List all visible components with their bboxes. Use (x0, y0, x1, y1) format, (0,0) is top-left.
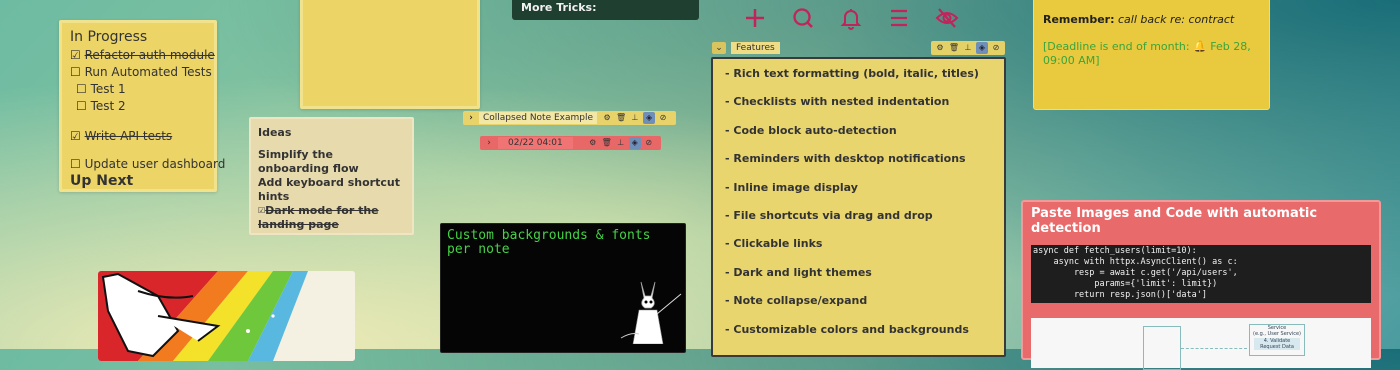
eye-off-icon[interactable]: ⊘ (990, 42, 1002, 54)
gear-icon[interactable]: ⚙ (601, 112, 613, 124)
feature-item: - Clickable links (725, 237, 823, 251)
trash-icon[interactable]: 🗑 (615, 112, 627, 124)
note-empty[interactable] (300, 0, 480, 109)
note-reminder[interactable]: Remember: call back re: contract [Deadli… (1033, 0, 1270, 110)
eye-off-icon (935, 8, 959, 28)
pin-icon[interactable]: ⊥ (615, 137, 627, 149)
note-line: Dark mode for the landing page (258, 204, 379, 231)
checklist-item[interactable]: ☐ Test 1 (70, 81, 206, 98)
note-custom-background[interactable]: Custom backgrounds & fonts per note (440, 223, 686, 353)
eye-off-icon[interactable]: ⊘ (657, 112, 669, 124)
layers-icon[interactable]: ◈ (628, 137, 641, 149)
trash-icon[interactable]: 🗑 (601, 137, 613, 149)
trash-icon[interactable]: 🗑 (948, 42, 960, 54)
checkbox[interactable]: ☐ (76, 82, 87, 96)
note-text: Custom backgrounds & fonts per note (447, 228, 651, 257)
reminder-lead: Remember: (1043, 13, 1115, 26)
note-toolbar: ⚙ 🗑 ⊥ ◈ ⊘ (931, 40, 1005, 55)
checkbox[interactable]: ☑ (70, 129, 81, 143)
collapsed-note-label: 02/22 04:01 (498, 137, 573, 149)
features-note-header[interactable]: ⌄ Features ⚙ 🗑 ⊥ ◈ ⊘ (712, 40, 1005, 55)
knight-illustration-icon (620, 281, 682, 344)
top-toolbar (740, 5, 962, 31)
add-note-button[interactable] (740, 5, 770, 31)
note-title: More Tricks: (521, 1, 597, 14)
note-line: Add keyboard shortcut hints (258, 176, 400, 203)
collapsed-note[interactable]: › Collapsed Note Example ⚙ 🗑 ⊥ ◈ ⊘ (463, 111, 676, 125)
search-button[interactable] (788, 5, 818, 31)
checkbox[interactable]: ☐ (70, 157, 81, 171)
layers-icon[interactable]: ◈ (976, 41, 988, 54)
search-icon (793, 8, 813, 28)
layers-icon[interactable]: ◈ (643, 112, 656, 124)
gear-icon[interactable]: ⚙ (934, 42, 946, 54)
feature-item: - Reminders with desktop notifications (725, 152, 966, 166)
feature-item: - Code block auto-detection (725, 123, 897, 137)
checklist-item[interactable]: ☐ Test 2 (70, 98, 206, 115)
pasted-diagram-image: Service (e.g., User Service) 4. Validate… (1031, 318, 1371, 370)
pin-icon[interactable]: ⊥ (629, 112, 641, 124)
checklist-item[interactable]: ☐ Update user dashboard (70, 156, 225, 173)
note-title: In Progress (70, 29, 148, 45)
expand-chevron-icon[interactable]: › (480, 138, 498, 148)
note-features[interactable]: - Rich text formatting (bold, italic, ti… (711, 57, 1006, 357)
rainbow-illustration-icon (98, 271, 355, 361)
note-title: Paste Images and Code with automatic det… (1031, 206, 1318, 236)
note-title: Ideas (258, 126, 292, 139)
bell-icon (840, 9, 862, 30)
checkbox[interactable]: ☐ (70, 65, 81, 79)
code-block[interactable]: async def fetch_users(limit=10): async w… (1031, 245, 1371, 303)
collapse-chevron-icon[interactable]: ⌄ (712, 41, 726, 54)
note-line: Simplify the onboarding flow (258, 148, 359, 175)
feature-item: - File shortcuts via drag and drop (725, 208, 933, 222)
feature-item: - Note collapse/expand (725, 294, 868, 308)
diagram-label: (e.g., User Service) (1253, 331, 1301, 337)
feature-item: - Checklists with nested indentation (725, 95, 950, 109)
collapsed-note-label: Collapsed Note Example (479, 112, 598, 124)
gear-icon[interactable]: ⚙ (587, 137, 599, 149)
note-subtitle: Up Next (70, 173, 134, 189)
feature-item: - Dark and light themes (725, 265, 872, 279)
note-toolbar: ⚙ 🗑 ⊥ ◈ ⊘ (601, 112, 669, 124)
diagram-label: 4. Validate Request Data (1254, 338, 1300, 350)
note-title: Features (731, 41, 780, 54)
hide-all-button[interactable] (932, 5, 962, 31)
checklist-item[interactable]: ☑ Refactor auth module (70, 47, 215, 64)
checklist-item[interactable]: ☑ Write API tests (70, 128, 206, 145)
expand-chevron-icon[interactable]: › (463, 113, 479, 123)
plus-icon (746, 9, 764, 27)
note-ideas[interactable]: Ideas Simplify the onboarding flow Add k… (249, 117, 414, 235)
notifications-button[interactable] (836, 5, 866, 31)
reminder-text: call back re: contract (1117, 13, 1235, 26)
checklist-item[interactable]: ☐ Run Automated Tests (70, 64, 212, 81)
reminder-deadline: [Deadline is end of month: 🔔 Feb 28, 09:… (1043, 40, 1251, 67)
note-in-progress[interactable]: In Progress ☑ Refactor auth module ☐ Run… (59, 20, 225, 192)
feature-item: - Rich text formatting (bold, italic, ti… (725, 67, 979, 80)
note-toolbar: ⚙ 🗑 ⊥ ◈ ⊘ (587, 137, 655, 149)
note-more-tricks[interactable]: More Tricks: (512, 0, 699, 20)
pin-icon[interactable]: ⊥ (962, 42, 974, 54)
eye-off-icon[interactable]: ⊘ (643, 137, 655, 149)
menu-button[interactable] (884, 5, 914, 31)
note-image[interactable] (98, 271, 355, 361)
collapsed-note-dated[interactable]: › 02/22 04:01 ⚙ 🗑 ⊥ ◈ ⊘ (480, 136, 661, 150)
note-paste-media[interactable]: Paste Images and Code with automatic det… (1021, 200, 1381, 370)
checkbox[interactable]: ☑ (70, 48, 81, 62)
feature-item: - Inline image display (725, 180, 858, 194)
feature-item: - Customizable colors and backgrounds (725, 322, 969, 336)
checkbox[interactable]: ☐ (76, 99, 87, 113)
menu-icon (891, 9, 907, 27)
